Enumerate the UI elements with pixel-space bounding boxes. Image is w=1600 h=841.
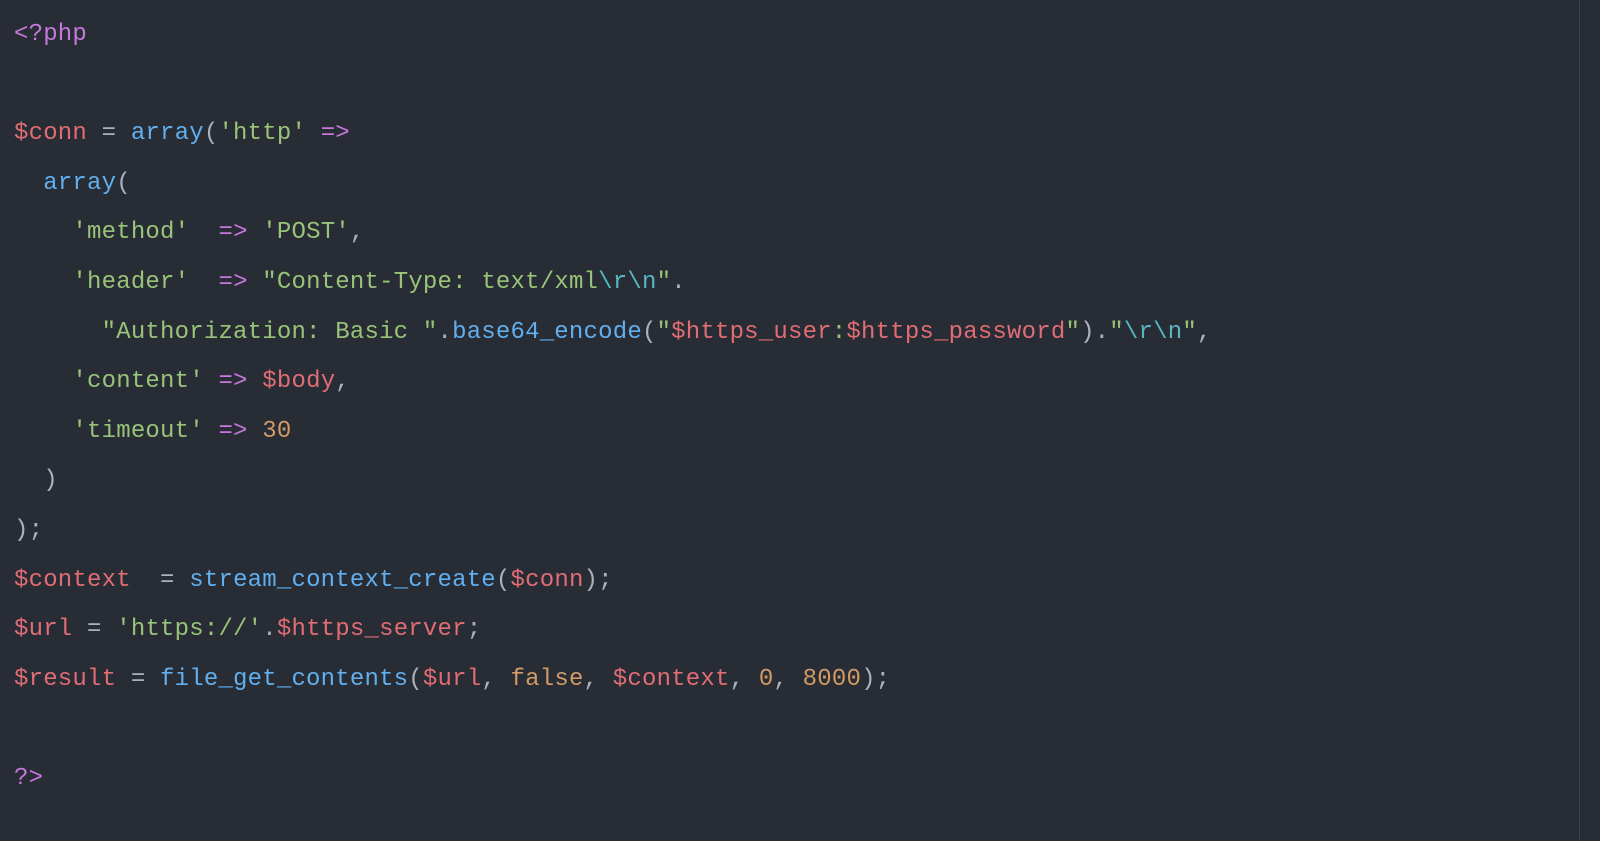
editor-ruler [1579,0,1580,841]
sp [204,418,219,445]
colon: : [832,319,847,346]
str-header: 'header' [72,269,189,296]
esc-n: \n [627,269,656,296]
comma: , [584,666,613,693]
paren: ) [861,666,876,693]
code-editor[interactable]: <?php $conn = array('http' => array( 'me… [0,0,1600,841]
q: " [1109,319,1124,346]
comma: , [773,666,802,693]
str-content: 'content' [72,368,203,395]
semi: ; [598,567,613,594]
op-arrow: => [218,219,247,246]
paren: ) [584,567,599,594]
q: " [1182,319,1197,346]
var-context: $context [14,567,131,594]
esc-r: \r [598,269,627,296]
op-cat: . [671,269,686,296]
sp [248,418,263,445]
str-scheme: 'https://' [116,616,262,643]
var-url: $url [423,666,481,693]
op-arrow: => [218,269,247,296]
num-8000: 8000 [803,666,861,693]
var-result: $result [14,666,116,693]
op-eq: = [87,120,131,147]
str-method: 'method' [72,219,189,246]
sp [248,368,263,395]
esc-r: \r [1124,319,1153,346]
fn-scc: stream_context_create [189,567,496,594]
op-arrow: => [321,120,350,147]
op-arrow: => [218,368,247,395]
var-conn: $conn [511,567,584,594]
paren: ) [1080,319,1095,346]
op-cat: . [262,616,277,643]
kw-false: false [511,666,584,693]
var-pass: $https_password [846,319,1065,346]
sp [204,368,219,395]
str-auth: "Authorization: Basic " [102,319,438,346]
paren: ( [408,666,423,693]
sp [248,269,263,296]
semi: ; [876,666,891,693]
comma: , [481,666,510,693]
op-eq-sym: = [160,567,189,594]
php-open-tag: <?php [14,21,87,48]
paren: ) [43,467,58,494]
var-conn: $conn [14,120,87,147]
esc-n: \n [1153,319,1182,346]
comma: , [350,219,365,246]
var-body: $body [262,368,335,395]
str-post: 'POST' [262,219,350,246]
q: " [1065,319,1080,346]
sp [189,219,218,246]
paren: ) [14,517,29,544]
paren: ( [642,319,657,346]
var-url: $url [14,616,72,643]
var-server: $https_server [277,616,467,643]
fn-fgc: file_get_contents [160,666,408,693]
paren: ( [496,567,511,594]
num-30: 30 [262,418,291,445]
str-http: 'http' [218,120,306,147]
sp [189,269,218,296]
str-ct: "Content-Type: text/xml [262,269,598,296]
op-eq: = [72,616,116,643]
str-close-q: " [657,269,672,296]
fn-b64: base64_encode [452,319,642,346]
comma: , [1197,319,1212,346]
paren: ( [116,170,131,197]
var-user: $https_user [671,319,832,346]
num-0: 0 [759,666,774,693]
code-block[interactable]: <?php $conn = array('http' => array( 'me… [0,0,1600,818]
op-cat: . [1095,319,1110,346]
comma: , [335,368,350,395]
fn-array: array [131,120,204,147]
sp [248,219,263,246]
op-cat: . [437,319,452,346]
paren: ( [204,120,219,147]
comma: , [730,666,759,693]
var-context: $context [613,666,730,693]
sp [306,120,321,147]
op-eq: = [116,666,160,693]
q: " [657,319,672,346]
str-timeout: 'timeout' [72,418,203,445]
semi: ; [29,517,44,544]
op-arrow: => [218,418,247,445]
semi: ; [467,616,482,643]
php-close-tag: ?> [14,765,43,792]
fn-array: array [43,170,116,197]
sp [131,567,160,594]
